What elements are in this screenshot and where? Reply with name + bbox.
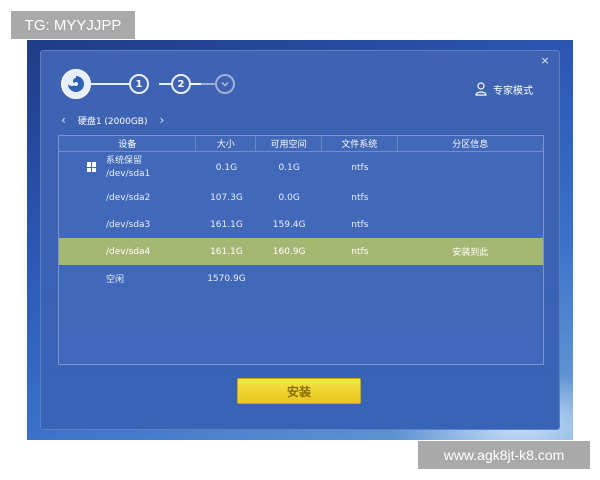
column-header-free: 可用空间 — [256, 136, 322, 151]
close-button[interactable]: × — [539, 55, 551, 67]
free-cell: 0.1G — [278, 163, 300, 173]
table-row[interactable]: /dev/sda2 107.3G 0.0G ntfs — [59, 184, 543, 211]
size-cell: 107.3G — [210, 192, 243, 203]
device-path: 空闲 — [106, 275, 125, 285]
device-path: /dev/sda2 — [106, 192, 151, 203]
expert-mode-button[interactable]: 专家模式 — [475, 81, 533, 97]
size-cell: 0.1G — [215, 163, 238, 173]
check-circle-icon — [215, 74, 235, 94]
table-row[interactable]: 系统保留 /dev/sda1 0.1G 0.1G ntfs — [59, 152, 543, 184]
free-cell: 159.4G — [272, 219, 306, 230]
disk-label: 硬盘1 (2000GB) — [77, 116, 148, 127]
device-label: 系统保留 — [106, 156, 143, 166]
filesystem-cell: ntfs — [351, 246, 369, 257]
filesystem-cell: ntfs — [351, 219, 369, 230]
installer-window: × 1 2 专家模式 ‹ 硬盘1 (2000GB) › 设备 大小 可用空间 文… — [40, 50, 560, 430]
size-cell: 161.1G — [210, 246, 243, 257]
step-progress: 1 2 — [61, 69, 241, 99]
device-path: /dev/sda4 — [106, 246, 151, 257]
column-header-partition-info: 分区信息 — [452, 140, 489, 150]
size-cell: 1570.9G — [207, 273, 246, 284]
watermark-bottom-label: www.agk8jt-k8.com — [418, 441, 590, 469]
chevron-left-icon[interactable]: ‹ — [61, 113, 66, 127]
partition-table: 设备 大小 可用空间 文件系统 分区信息 系统保留 /dev/sda1 0.1G… — [58, 135, 544, 365]
device-path: /dev/sda1 — [106, 169, 151, 179]
filesystem-cell: ntfs — [351, 192, 369, 203]
info-cell — [398, 152, 543, 184]
table-row[interactable]: 空闲 1570.9G — [59, 265, 543, 292]
info-cell: 安装到此 — [452, 248, 489, 258]
swirl-logo-icon — [61, 69, 91, 99]
free-cell — [256, 265, 322, 292]
windows-icon — [87, 162, 97, 172]
column-header-size: 大小 — [196, 136, 257, 151]
free-cell: 0.0G — [278, 192, 300, 203]
step-connector — [189, 83, 215, 85]
filesystem-cell — [322, 265, 398, 292]
info-cell — [398, 184, 543, 211]
column-header-device: 设备 — [59, 136, 197, 151]
table-header: 设备 大小 可用空间 文件系统 分区信息 — [59, 136, 543, 152]
user-icon — [475, 82, 487, 96]
step-1-indicator: 1 — [129, 74, 149, 94]
table-row-selected[interactable]: /dev/sda4 161.1G 160.9G ntfs 安装到此 — [59, 238, 543, 265]
filesystem-cell: ntfs — [351, 163, 369, 173]
column-header-filesystem: 文件系统 — [322, 136, 398, 151]
disk-selector: ‹ 硬盘1 (2000GB) › — [61, 113, 164, 127]
expert-mode-label: 专家模式 — [493, 85, 533, 97]
step-2-indicator: 2 — [171, 74, 191, 94]
install-button[interactable]: 安装 — [237, 378, 361, 404]
info-cell — [398, 265, 543, 292]
chevron-right-icon[interactable]: › — [159, 113, 164, 127]
info-cell — [398, 211, 543, 238]
free-cell: 160.9G — [272, 246, 306, 257]
table-row[interactable]: /dev/sda3 161.1G 159.4G ntfs — [59, 211, 543, 238]
device-path: /dev/sda3 — [106, 219, 151, 230]
size-cell: 161.1G — [210, 219, 243, 230]
watermark-top-label: TG: MYYJJPP — [11, 11, 135, 39]
